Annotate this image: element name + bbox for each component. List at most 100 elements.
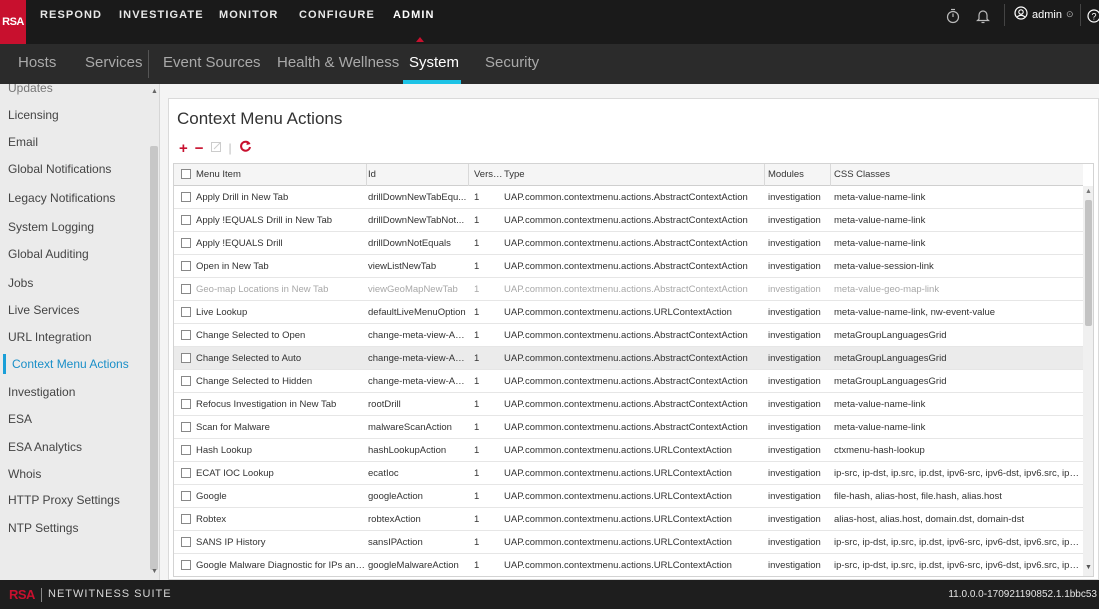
sidebar-item-legacy-notifications[interactable]: Legacy Notifications <box>8 188 115 208</box>
active-nav-caret <box>416 37 424 42</box>
column-header-version[interactable]: Version <box>470 164 504 186</box>
table-row[interactable]: Change Selected to Open change-meta-view-… <box>174 324 1083 347</box>
table-row[interactable]: Change Selected to Auto change-meta-view-… <box>174 347 1083 370</box>
tab-system[interactable]: System <box>409 44 459 84</box>
app-window: RSA RESPOND INVESTIGATE MONITOR CONFIGUR… <box>0 0 1099 609</box>
cell-modules: investigation <box>768 560 821 571</box>
sidebar-item-esa[interactable]: ESA <box>8 409 32 429</box>
table-row[interactable]: Live Lookup defaultLiveMenuOption 1 UAP.com… <box>174 301 1083 324</box>
cell-css-classes: meta-value-name-link <box>834 238 926 249</box>
edit-icon[interactable] <box>210 141 222 155</box>
cell-version: 1 <box>474 238 480 249</box>
page-title: Context Menu Actions <box>177 109 343 128</box>
remove-icon[interactable]: − <box>195 140 204 157</box>
help-icon[interactable]: ? <box>1086 8 1099 24</box>
tab-services[interactable]: Services <box>85 44 143 84</box>
sidebar-item-global-auditing[interactable]: Global Auditing <box>8 244 89 264</box>
sidebar-scroll-up-icon[interactable]: ▲ <box>151 88 158 95</box>
table-row[interactable]: Open in New Tab viewListNewTab 1 UAP.common… <box>174 255 1083 278</box>
table-row[interactable]: Google googleAction 1 UAP.common.contextmen… <box>174 485 1083 508</box>
row-checkbox[interactable] <box>181 215 191 225</box>
cell-menu-item: Change Selected to Hidden <box>196 376 313 387</box>
sidebar-item-licensing[interactable]: Licensing <box>8 105 59 125</box>
sidebar-item-live-services[interactable]: Live Services <box>8 300 79 320</box>
nav-monitor[interactable]: MONITOR <box>219 0 278 30</box>
table-row[interactable]: Change Selected to Hidden change-meta-vie… <box>174 370 1083 393</box>
sidebar-item-email[interactable]: Email <box>8 132 38 152</box>
row-checkbox[interactable] <box>181 284 191 294</box>
cell-modules: investigation <box>768 537 821 548</box>
row-checkbox[interactable] <box>181 307 191 317</box>
table-row[interactable]: Google Malware Diagnostic for IPs and ..… <box>174 554 1083 576</box>
refresh-icon[interactable] <box>239 140 252 156</box>
row-checkbox[interactable] <box>181 399 191 409</box>
row-checkbox[interactable] <box>181 330 191 340</box>
add-icon[interactable]: + <box>179 140 188 157</box>
tab-hosts[interactable]: Hosts <box>18 44 56 84</box>
table-row[interactable]: Robtex robtexAction 1 UAP.common.contextmen… <box>174 508 1083 531</box>
row-checkbox[interactable] <box>181 238 191 248</box>
row-checkbox[interactable] <box>181 468 191 478</box>
sidebar-scroll-down-icon[interactable]: ▼ <box>151 568 158 575</box>
sidebar-item-updates[interactable]: Updates <box>8 84 53 98</box>
sidebar-item-ntp-settings[interactable]: NTP Settings <box>8 518 78 538</box>
nav-configure[interactable]: CONFIGURE <box>299 0 375 30</box>
table-row[interactable]: SANS IP History sansIPAction 1 UAP.common.c… <box>174 531 1083 554</box>
tab-health-wellness[interactable]: Health & Wellness <box>277 44 399 84</box>
table-scroll-down-icon[interactable]: ▼ <box>1085 564 1092 571</box>
cell-type: UAP.common.contextmenu.actions.URLContex… <box>504 537 732 548</box>
row-checkbox[interactable] <box>181 514 191 524</box>
select-all-checkbox[interactable] <box>181 169 191 179</box>
column-header-css-classes[interactable]: CSS Classes <box>834 164 1080 186</box>
table-scroll-up-icon[interactable]: ▲ <box>1085 188 1092 195</box>
sidebar-item-whois[interactable]: Whois <box>8 464 41 484</box>
row-checkbox[interactable] <box>181 376 191 386</box>
sidebar-item-context-menu-actions[interactable]: Context Menu Actions <box>3 354 143 374</box>
row-checkbox[interactable] <box>181 422 191 432</box>
table-row[interactable]: Apply !EQUALS Drill in New Tab drillDownN… <box>174 209 1083 232</box>
table-row[interactable]: Scan for Malware malwareScanAction 1 UAP.co… <box>174 416 1083 439</box>
user-menu[interactable]: admin ⊙ <box>1014 6 1074 23</box>
table-row[interactable]: ECAT IOC Lookup ecatIoc 1 UAP.common.contex… <box>174 462 1083 485</box>
row-checkbox[interactable] <box>181 353 191 363</box>
table-row[interactable]: Geo-map Locations in New Tab viewGeoMapNe… <box>174 278 1083 301</box>
table-scrollbar[interactable] <box>1085 200 1092 326</box>
table-row[interactable]: Refocus Investigation in New Tab rootDril… <box>174 393 1083 416</box>
cell-id: malwareScanAction <box>368 422 452 433</box>
nav-admin[interactable]: ADMIN <box>393 0 435 30</box>
column-header-modules[interactable]: Modules <box>768 164 832 186</box>
stopwatch-icon[interactable] <box>946 8 960 24</box>
table-row[interactable]: Apply Drill in New Tab drillDownNewTabEqu… <box>174 186 1083 209</box>
tab-event-sources[interactable]: Event Sources <box>163 44 261 84</box>
sidebar-item-system-logging[interactable]: System Logging <box>8 217 94 237</box>
table-row[interactable]: Apply !EQUALS Drill drillDownNotEquals 1 UA… <box>174 232 1083 255</box>
nav-investigate[interactable]: INVESTIGATE <box>119 0 204 30</box>
sidebar-scrollbar[interactable] <box>150 146 158 570</box>
svg-text:?: ? <box>1091 12 1096 22</box>
row-checkbox[interactable] <box>181 192 191 202</box>
row-checkbox[interactable] <box>181 491 191 501</box>
rsa-logo: RSA <box>0 0 26 44</box>
cell-menu-item: ECAT IOC Lookup <box>196 468 274 479</box>
row-checkbox[interactable] <box>181 537 191 547</box>
tab-security[interactable]: Security <box>485 44 539 84</box>
row-checkbox[interactable] <box>181 445 191 455</box>
cell-id: drillDownNotEquals <box>368 238 451 249</box>
sidebar-item-http-proxy-settings[interactable]: HTTP Proxy Settings <box>8 490 120 510</box>
cell-modules: investigation <box>768 422 821 433</box>
sidebar-item-jobs[interactable]: Jobs <box>8 273 33 293</box>
sidebar-item-esa-analytics[interactable]: ESA Analytics <box>8 437 82 457</box>
column-header-type[interactable]: Type <box>504 164 764 186</box>
system-sidebar[interactable]: Updates Licensing Email Global Notificat… <box>0 84 160 580</box>
sidebar-item-global-notifications[interactable]: Global Notifications <box>8 159 111 179</box>
bell-icon[interactable] <box>976 8 990 24</box>
table-row[interactable]: Hash Lookup hashLookupAction 1 UAP.common.c… <box>174 439 1083 462</box>
row-checkbox[interactable] <box>181 560 191 570</box>
nav-respond[interactable]: RESPOND <box>40 0 102 30</box>
cell-menu-item: Live Lookup <box>196 307 248 318</box>
row-checkbox[interactable] <box>181 261 191 271</box>
column-header-menu-item[interactable]: Menu Item <box>196 164 366 186</box>
sidebar-item-url-integration[interactable]: URL Integration <box>8 327 92 347</box>
sidebar-item-investigation[interactable]: Investigation <box>8 382 75 402</box>
column-header-id[interactable]: Id <box>368 164 468 186</box>
